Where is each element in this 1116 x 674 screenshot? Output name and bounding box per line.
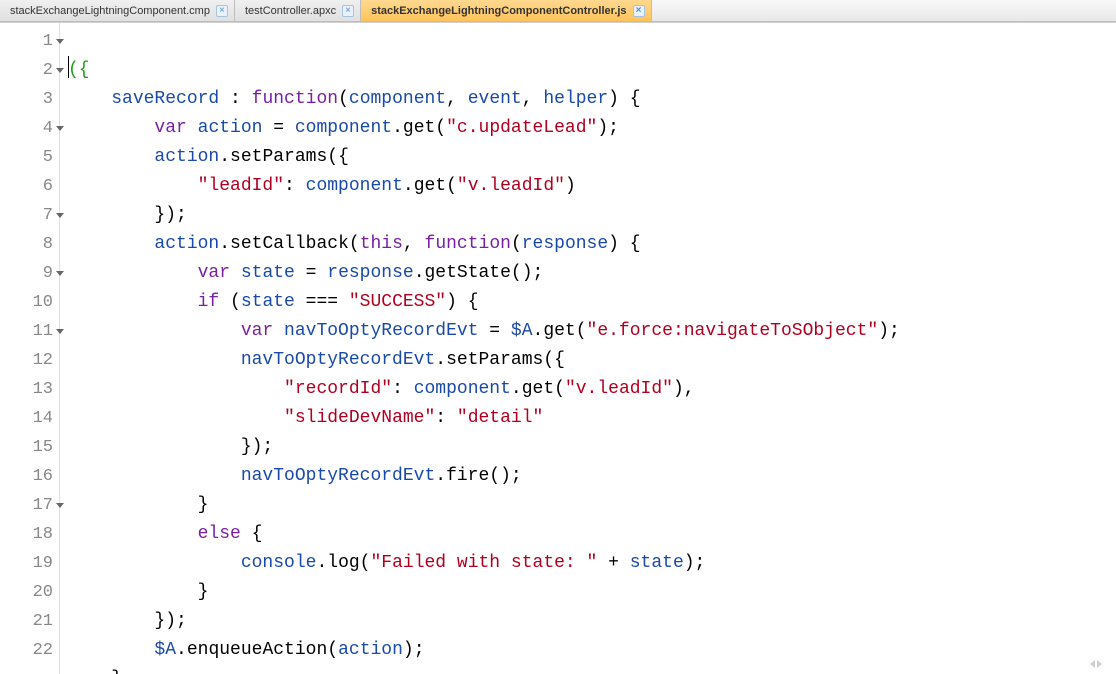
- code-content[interactable]: ({ saveRecord : function(component, even…: [60, 23, 1116, 674]
- tab-bar: stackExchangeLightningComponent.cmp × te…: [0, 0, 1116, 22]
- close-icon[interactable]: ×: [633, 5, 645, 17]
- tab-controller-apxc[interactable]: testController.apxc ×: [235, 0, 361, 21]
- line-number: 16: [0, 462, 59, 491]
- line-number: 5: [0, 143, 59, 172]
- tab-controller-js[interactable]: stackExchangeLightningComponentControlle…: [361, 0, 651, 21]
- line-number: 2: [0, 56, 59, 85]
- line-number: 10: [0, 288, 59, 317]
- line-number: 7: [0, 201, 59, 230]
- horizontal-scroll-icon[interactable]: [1084, 660, 1108, 672]
- line-number: 9: [0, 259, 59, 288]
- line-number-gutter: 12345678910111213141516171819202122: [0, 23, 60, 674]
- close-icon[interactable]: ×: [216, 5, 228, 17]
- line-number: 18: [0, 520, 59, 549]
- line-number: 4: [0, 114, 59, 143]
- line-number: 8: [0, 230, 59, 259]
- code-token: ({: [68, 60, 90, 80]
- line-number: 15: [0, 433, 59, 462]
- tab-label: testController.apxc: [245, 5, 336, 17]
- tab-label: stackExchangeLightningComponentControlle…: [371, 5, 626, 17]
- code-editor[interactable]: 12345678910111213141516171819202122 ({ s…: [0, 22, 1116, 674]
- line-number: 3: [0, 85, 59, 114]
- line-number: 12: [0, 346, 59, 375]
- close-icon[interactable]: ×: [342, 5, 354, 17]
- line-number: 19: [0, 549, 59, 578]
- line-number: 20: [0, 578, 59, 607]
- line-number: 22: [0, 636, 59, 665]
- line-number: 14: [0, 404, 59, 433]
- line-number: 1: [0, 27, 59, 56]
- line-number: 13: [0, 375, 59, 404]
- line-number: 11: [0, 317, 59, 346]
- tab-label: stackExchangeLightningComponent.cmp: [10, 5, 210, 17]
- line-number: 21: [0, 607, 59, 636]
- tab-component[interactable]: stackExchangeLightningComponent.cmp ×: [0, 0, 235, 21]
- line-number: 17: [0, 491, 59, 520]
- line-number: 6: [0, 172, 59, 201]
